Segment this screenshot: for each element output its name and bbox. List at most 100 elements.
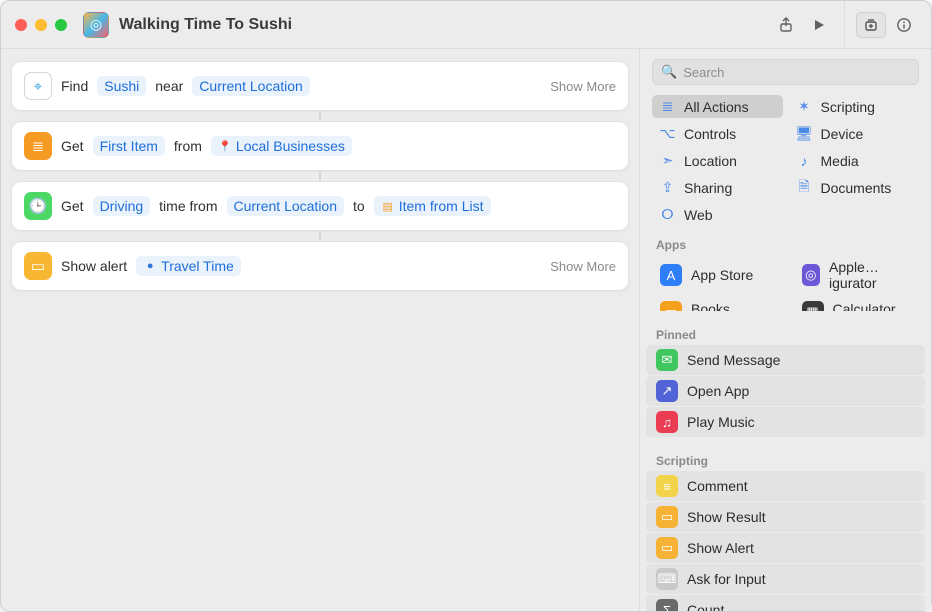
action-connector (11, 171, 629, 181)
action-parameter[interactable]: Sushi (97, 76, 146, 96)
pinned-action[interactable]: ↗Open App (646, 376, 925, 406)
action-text: Get (61, 198, 84, 214)
action-app-icon: 🕒 (24, 192, 52, 220)
app-item[interactable]: ▭Books (650, 297, 780, 311)
category-label: Controls (684, 126, 736, 142)
share-button[interactable] (771, 12, 801, 38)
close-window-button[interactable] (15, 19, 27, 31)
category-item[interactable]: ⇪Sharing (652, 176, 783, 199)
show-more-button[interactable]: Show More (550, 259, 616, 274)
category-label: Scripting (821, 99, 875, 115)
shortcut-title: Walking Time To Sushi (119, 16, 292, 34)
category-label: Media (821, 153, 859, 169)
action-variable[interactable]: 📍Local Businesses (211, 136, 352, 156)
category-item (789, 203, 920, 226)
variable-type-icon: ● (143, 259, 157, 273)
action-step[interactable]: ≣GetFirst Itemfrom📍Local Businesses (11, 121, 629, 171)
run-button[interactable] (804, 12, 834, 38)
category-item[interactable]: 🗎Documents (789, 176, 920, 199)
app-label: Apple…igurator (829, 259, 911, 291)
app-label: Books (691, 301, 730, 311)
category-icon: 🗎 (796, 179, 813, 196)
category-label: Web (684, 207, 713, 223)
category-icon: ♪ (796, 152, 813, 169)
scripting-action-label: Ask for Input (687, 571, 766, 587)
pinned-action-icon: ✉ (656, 349, 678, 371)
app-icon: ◎ (802, 264, 821, 286)
show-more-button[interactable]: Show More (550, 79, 616, 94)
category-icon: ≣ (659, 98, 676, 115)
app-item[interactable]: A App Store (650, 255, 780, 295)
section-scripting-label: Scripting (640, 448, 931, 470)
category-icon: 🖥 (796, 125, 813, 142)
category-label: Device (821, 126, 864, 142)
share-icon (778, 17, 794, 33)
scripting-action-label: Count (687, 602, 724, 611)
category-item[interactable]: ♪ Media (789, 149, 920, 172)
action-text: Get (61, 138, 84, 154)
app-label: App Store (691, 267, 753, 283)
action-parameter[interactable]: Current Location (227, 196, 345, 216)
action-text: from (174, 138, 202, 154)
pinned-action-icon: ↗ (656, 380, 678, 402)
category-item[interactable]: ⵔ Web (652, 203, 783, 226)
action-parameter[interactable]: Current Location (192, 76, 310, 96)
app-item[interactable]: ▦ Calculator (792, 297, 922, 311)
app-label: Calculator (833, 301, 896, 311)
minimize-window-button[interactable] (35, 19, 47, 31)
scripting-action[interactable]: ▭ Show Alert (646, 533, 925, 563)
scripting-action[interactable]: ΣCount (646, 595, 925, 611)
scripting-action-label: Show Alert (687, 540, 754, 556)
category-icon: ➣ (659, 152, 676, 169)
action-step[interactable]: 🕒GetDrivingtime fromCurrent Locationto▤I… (11, 181, 629, 231)
action-library-sidebar: 🔍 Search ≣All Actions ✶Scripting ⌥ Controls… (639, 49, 931, 611)
titlebar: ◎ Walking Time To Sushi (1, 1, 931, 49)
info-icon (896, 17, 912, 33)
action-step[interactable]: ▭Show alert●Travel TimeShow More (11, 241, 629, 291)
action-parameter[interactable]: First Item (93, 136, 165, 156)
pinned-action[interactable]: ♫ Play Music (646, 407, 925, 437)
action-step[interactable]: ⌖ Find Sushi near Current Location Show More (11, 61, 629, 111)
category-item[interactable]: ≣All Actions (652, 95, 783, 118)
action-search-field[interactable]: 🔍 Search (652, 59, 919, 85)
app-icon: A (660, 264, 682, 286)
scripting-action[interactable]: ▭ Show Result (646, 502, 925, 532)
variable-type-icon: ▤ (381, 199, 395, 213)
action-app-icon: ⌖ (24, 72, 52, 100)
action-variable[interactable]: ▤Item from List (374, 196, 491, 216)
scripting-action-label: Show Result (687, 509, 766, 525)
action-parameter[interactable]: Driving (93, 196, 151, 216)
info-button[interactable] (889, 12, 919, 38)
category-item[interactable]: ⌥ Controls (652, 122, 783, 145)
action-app-icon: ▭ (24, 252, 52, 280)
scripting-action-icon: ▭ (656, 506, 678, 528)
category-item[interactable]: ➣Location (652, 149, 783, 172)
action-connector (11, 111, 629, 121)
section-apps-label: Apps (640, 232, 931, 254)
scripting-action-label: Comment (687, 478, 748, 494)
shortcut-icon: ◎ (83, 12, 109, 38)
library-icon (863, 17, 879, 33)
app-icon: ▦ (802, 301, 824, 311)
variable-type-icon: 📍 (218, 139, 232, 153)
category-item[interactable]: 🖥 Device (789, 122, 920, 145)
pinned-action-label: Play Music (687, 414, 755, 430)
category-item[interactable]: ✶Scripting (789, 95, 920, 118)
action-text: Find (61, 78, 88, 94)
search-icon: 🔍 (661, 64, 677, 80)
scripting-action[interactable]: ⌨Ask for Input (646, 564, 925, 594)
pinned-action-icon: ♫ (656, 411, 678, 433)
action-text: time from (159, 198, 217, 214)
category-icon: ⌥ (659, 125, 676, 142)
library-button[interactable] (856, 12, 886, 38)
action-connector (11, 231, 629, 241)
action-variable[interactable]: ●Travel Time (136, 256, 241, 276)
play-icon (812, 18, 826, 32)
scripting-action-icon: ▭ (656, 537, 678, 559)
category-icon: ⵔ (659, 206, 676, 223)
zoom-window-button[interactable] (55, 19, 67, 31)
action-text: near (155, 78, 183, 94)
pinned-action[interactable]: ✉Send Message (646, 345, 925, 375)
scripting-action[interactable]: ≡Comment (646, 471, 925, 501)
app-item[interactable]: ◎ Apple…igurator (792, 255, 922, 295)
